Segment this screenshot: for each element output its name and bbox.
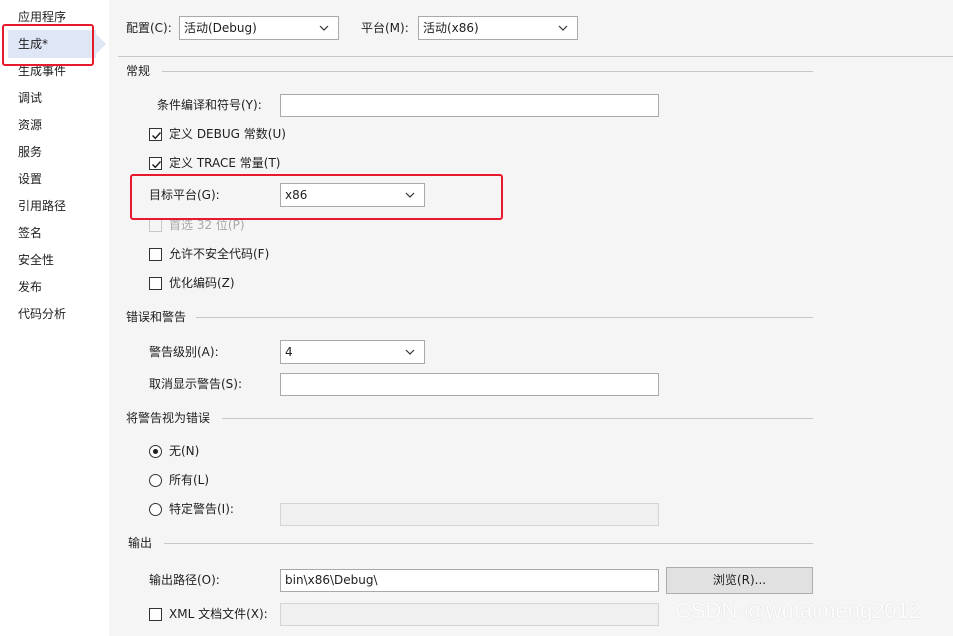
conditional-symbols-input[interactable] — [280, 94, 659, 117]
treat-warnings-all-radio[interactable] — [149, 474, 162, 487]
config-dropdown[interactable]: 活动(Debug) — [179, 16, 339, 40]
xml-doc-checkbox[interactable] — [149, 608, 162, 621]
define-trace-label: 定义 TRACE 常量(T) — [169, 156, 281, 170]
specific-warnings-input[interactable] — [280, 503, 659, 526]
toolbar-divider — [118, 56, 953, 57]
sidebar-item-settings[interactable]: 设置 — [18, 169, 42, 189]
warning-level-label: 警告级别(A): — [149, 345, 219, 359]
optimize-label: 优化编码(Z) — [169, 276, 235, 290]
treat-warnings-none-radio[interactable] — [149, 445, 162, 458]
output-path-label: 输出路径(O): — [149, 573, 220, 587]
treat-warnings-none-label: 无(N) — [169, 444, 200, 458]
platform-label: 平台(M): — [361, 21, 409, 35]
check-icon — [152, 132, 162, 140]
sidebar-item-debug[interactable]: 调试 — [18, 88, 42, 108]
nav-selected-arrow — [96, 34, 106, 54]
optimize-checkbox[interactable] — [149, 277, 162, 290]
sidebar-item-publish[interactable]: 发布 — [18, 277, 42, 297]
section-title-output: 输出 — [128, 536, 153, 550]
sidebar-item-reference-paths[interactable]: 引用路径 — [18, 196, 66, 216]
watermark-text: CSDN @wutaimeng2012 — [675, 598, 922, 623]
browse-button[interactable]: 浏览(R)... — [666, 567, 813, 594]
sidebar-nav: 应用程序 生成* 生成事件 调试 资源 服务 设置 引用路径 签名 安全性 发布… — [0, 0, 109, 636]
highlight-box-target-platform — [130, 174, 503, 220]
sidebar-item-signing[interactable]: 签名 — [18, 223, 42, 243]
section-title-treat-warnings: 将警告视为错误 — [126, 411, 211, 425]
section-title-errors: 错误和警告 — [126, 310, 187, 324]
warning-level-value: 4 — [285, 345, 293, 359]
highlight-box-build — [2, 24, 94, 66]
define-debug-checkbox[interactable] — [149, 128, 162, 141]
section-divider — [162, 71, 813, 72]
chevron-down-icon — [319, 25, 329, 31]
chevron-down-icon — [405, 349, 415, 355]
define-debug-label: 定义 DEBUG 常数(U) — [169, 127, 286, 141]
treat-warnings-specific-label: 特定警告(I): — [169, 502, 234, 516]
chevron-down-icon — [558, 25, 568, 31]
xml-doc-label: XML 文档文件(X): — [169, 607, 268, 621]
output-path-input[interactable]: bin\x86\Debug\ — [280, 569, 659, 592]
radio-selected-dot — [153, 449, 158, 454]
sidebar-item-services[interactable]: 服务 — [18, 142, 42, 162]
xml-doc-input[interactable] — [280, 603, 659, 626]
suppress-warnings-label: 取消显示警告(S): — [149, 377, 243, 391]
section-title-general: 常规 — [126, 64, 151, 78]
define-trace-checkbox[interactable] — [149, 157, 162, 170]
suppress-warnings-input[interactable] — [280, 373, 659, 396]
config-value: 活动(Debug) — [184, 21, 257, 35]
config-label: 配置(C): — [126, 21, 172, 35]
check-icon — [152, 161, 162, 169]
prefer32-checkbox[interactable] — [149, 219, 162, 232]
allow-unsafe-checkbox[interactable] — [149, 248, 162, 261]
sidebar-item-security[interactable]: 安全性 — [18, 250, 54, 270]
warning-level-dropdown[interactable]: 4 — [280, 340, 425, 364]
allow-unsafe-label: 允许不安全代码(F) — [169, 247, 270, 261]
sidebar-item-resources[interactable]: 资源 — [18, 115, 42, 135]
platform-value: 活动(x86) — [423, 21, 479, 35]
section-divider — [222, 418, 813, 419]
conditional-symbols-label: 条件编译和符号(Y): — [157, 98, 262, 112]
section-divider — [164, 543, 813, 544]
treat-warnings-all-label: 所有(L) — [169, 473, 210, 487]
treat-warnings-specific-radio[interactable] — [149, 503, 162, 516]
section-divider — [196, 317, 813, 318]
sidebar-item-code-analysis[interactable]: 代码分析 — [18, 304, 66, 324]
platform-dropdown[interactable]: 活动(x86) — [418, 16, 578, 40]
